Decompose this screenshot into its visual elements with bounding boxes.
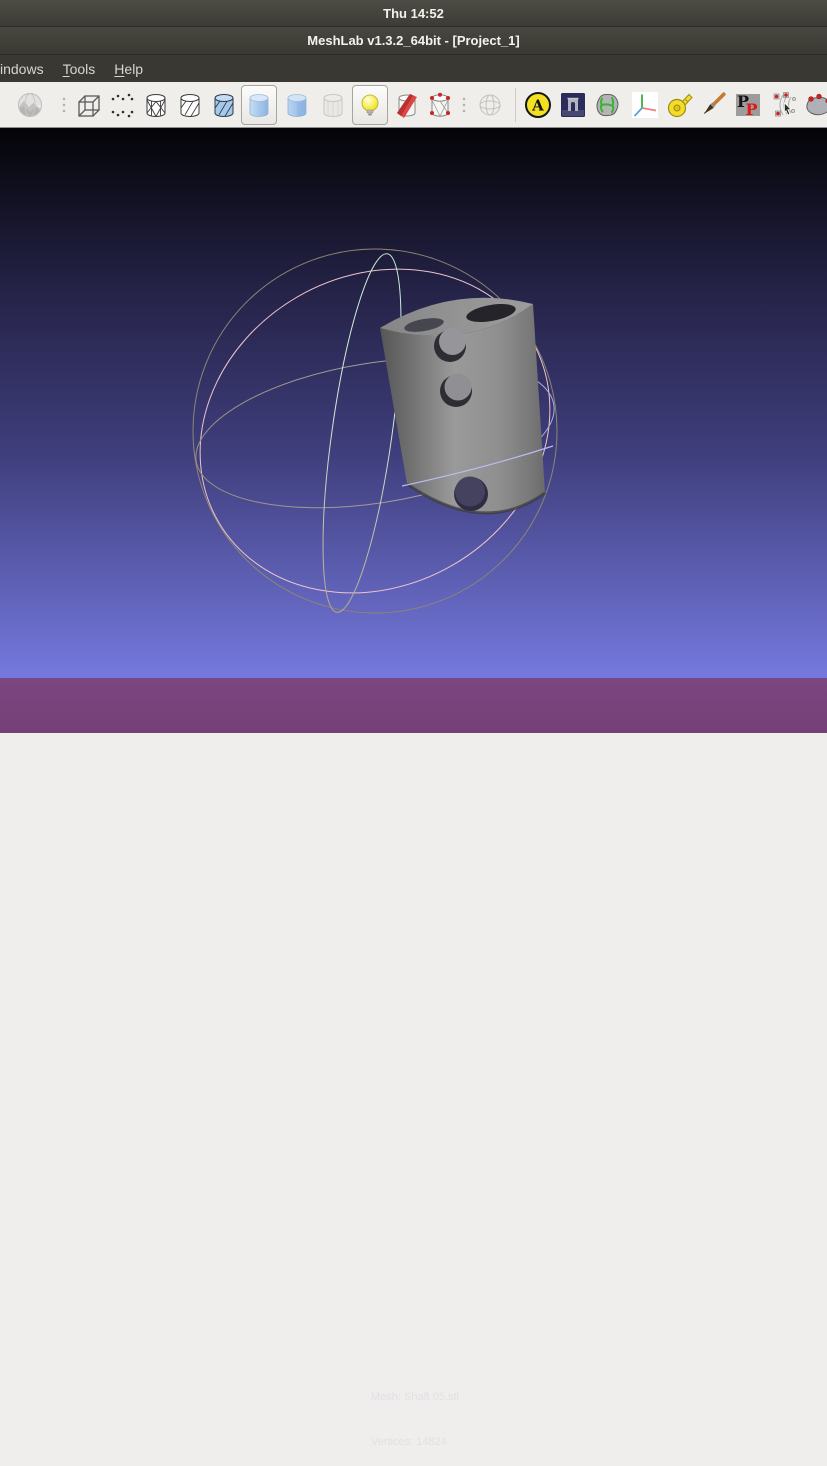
toolbar-separator bbox=[462, 96, 466, 114]
smooth-cylinder-glyph bbox=[249, 94, 269, 117]
vertices-line: Vertices: 14824 bbox=[371, 1436, 447, 1448]
texture-cylinder-icon[interactable] bbox=[316, 85, 350, 125]
globe-landscape-icon[interactable] bbox=[13, 85, 47, 125]
window-title-bar: MeshLab v1.3.2_64bit - [Project_1] bbox=[0, 27, 827, 55]
align-points-glyph bbox=[773, 92, 796, 117]
texture-cylinder-glyph bbox=[323, 94, 343, 117]
window-title: MeshLab v1.3.2_64bit - [Project_1] bbox=[307, 33, 520, 48]
selected-vertices-glyph bbox=[430, 92, 450, 117]
flat-lines-cylinder-icon[interactable] bbox=[207, 85, 241, 125]
paintbrush-icon[interactable] bbox=[696, 85, 730, 125]
points-glyph bbox=[111, 93, 134, 118]
hidden-lines-cylinder-glyph bbox=[180, 94, 200, 117]
align-partial-icon[interactable] bbox=[803, 85, 827, 125]
align-partial-glyph bbox=[806, 93, 827, 116]
system-clock[interactable]: Thu 14:52 bbox=[383, 6, 444, 21]
pp-glyph: P P bbox=[736, 92, 760, 119]
a-letter: A bbox=[531, 97, 544, 115]
toolbar-separator bbox=[62, 96, 66, 114]
texture-photo-icon[interactable] bbox=[556, 85, 590, 125]
trackball-globe-icon[interactable] bbox=[473, 85, 507, 125]
light-bulb-icon[interactable] bbox=[352, 85, 388, 125]
wireframe-cylinder-glyph bbox=[146, 94, 166, 117]
render-toolbar: A P P bbox=[0, 82, 827, 127]
paintbrush-glyph bbox=[704, 92, 726, 115]
backface-wedge-glyph bbox=[397, 94, 417, 118]
hidden-lines-cylinder-icon[interactable] bbox=[173, 85, 207, 125]
ambient-a-icon[interactable]: A bbox=[521, 85, 555, 125]
pp-red-letter: P bbox=[745, 100, 757, 119]
selected-vertices-icon[interactable] bbox=[423, 85, 457, 125]
gl-viewport[interactable] bbox=[0, 127, 827, 678]
scene-3d bbox=[192, 248, 558, 614]
backface-wedge-icon[interactable] bbox=[389, 85, 423, 125]
mesh-name-line: Mesh: Shaft 05.stl bbox=[371, 1391, 460, 1403]
pp-icon[interactable]: P P bbox=[731, 85, 765, 125]
shaft-mesh[interactable] bbox=[380, 297, 546, 515]
toolbar-divider bbox=[515, 88, 516, 122]
wireframe-cylinder-icon[interactable] bbox=[139, 85, 173, 125]
menu-bar: indows Tools Help bbox=[0, 55, 827, 82]
light-bulb-glyph bbox=[361, 94, 379, 116]
menu-item-tools[interactable]: Tools bbox=[63, 61, 96, 77]
status-overlay: Mesh: Shaft 05.stl Vertices: 14824 Faces… bbox=[0, 678, 827, 1448]
mesh-info: Mesh: Shaft 05.stl Vertices: 14824 Faces… bbox=[371, 1360, 459, 1466]
flat-cylinder-glyph bbox=[287, 94, 307, 117]
system-panel: Thu 14:52 bbox=[0, 0, 827, 27]
trackball-globe-glyph bbox=[479, 94, 501, 116]
axes-glyph bbox=[632, 92, 658, 118]
measuring-tape-glyph bbox=[667, 93, 693, 118]
globe-landscape-glyph bbox=[18, 93, 42, 117]
bbox-cube-glyph bbox=[78, 95, 100, 117]
align-points-icon[interactable] bbox=[767, 85, 801, 125]
bbox-cube-icon[interactable] bbox=[71, 85, 105, 125]
axes-icon[interactable] bbox=[628, 85, 662, 125]
quality-brain-icon[interactable] bbox=[590, 85, 624, 125]
texture-photo-glyph bbox=[561, 93, 585, 117]
flat-cylinder-icon[interactable] bbox=[280, 85, 314, 125]
points-icon[interactable] bbox=[105, 85, 139, 125]
quality-brain-glyph bbox=[596, 93, 619, 117]
menu-item-windows[interactable]: indows bbox=[0, 61, 44, 77]
smooth-cylinder-icon[interactable] bbox=[241, 85, 277, 125]
measuring-tape-icon[interactable] bbox=[662, 85, 696, 125]
ambient-a-glyph: A bbox=[525, 92, 551, 118]
menu-item-help[interactable]: Help bbox=[114, 61, 143, 77]
flat-lines-cylinder-glyph bbox=[214, 94, 234, 117]
